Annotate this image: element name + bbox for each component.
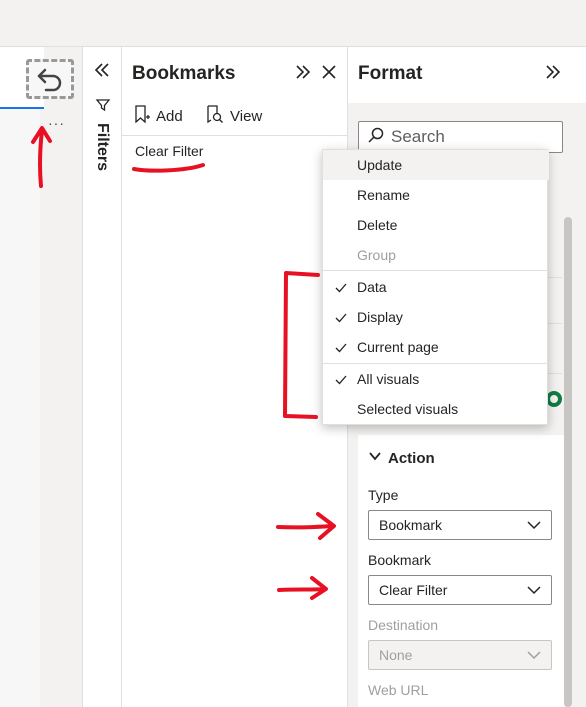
chevron-down-icon — [527, 517, 541, 533]
checkmark-icon — [335, 372, 347, 388]
action-section-header[interactable]: Action — [368, 449, 435, 467]
menu-label-group: Group — [357, 247, 396, 263]
web-url-label: Web URL — [368, 682, 429, 698]
menu-item-update[interactable]: Update — [323, 150, 549, 180]
menu-separator — [323, 270, 549, 271]
chevron-down-icon — [527, 647, 541, 663]
chevron-double-right-icon[interactable] — [544, 63, 562, 86]
menu-label-selected-visuals: Selected visuals — [357, 401, 459, 417]
add-bookmark-button[interactable]: Add — [134, 105, 183, 127]
funnel-icon — [95, 97, 111, 118]
view-bookmark-button[interactable]: View — [206, 105, 262, 127]
bookmark-add-icon — [134, 105, 150, 127]
bookmark-value: Clear Filter — [379, 582, 448, 598]
menu-item-all-visuals[interactable]: All visuals — [323, 364, 549, 394]
add-label: Add — [156, 107, 183, 125]
action-header-label: Action — [388, 449, 435, 467]
scrollbar[interactable] — [564, 217, 572, 707]
type-dropdown[interactable]: Bookmark — [368, 510, 552, 540]
divider — [122, 135, 348, 136]
bookmarks-title: Bookmarks — [132, 63, 236, 84]
undo-icon[interactable] — [26, 59, 74, 99]
filters-pane[interactable]: Filters — [82, 47, 122, 707]
bookmark-button-visual[interactable]: ··· — [22, 55, 78, 131]
chevron-down-icon — [527, 582, 541, 598]
menu-label-all-visuals: All visuals — [357, 371, 420, 387]
bookmark-view-icon — [206, 105, 224, 127]
action-section: Action Type Bookmark Bookmark Clear Filt… — [358, 435, 564, 707]
report-canvas[interactable]: ··· — [0, 47, 82, 707]
menu-item-delete[interactable]: Delete — [323, 210, 549, 240]
menu-label-data: Data — [357, 279, 387, 295]
more-options-button[interactable]: ··· — [48, 115, 65, 131]
destination-label: Destination — [368, 617, 439, 633]
destination-value: None — [379, 647, 413, 663]
filters-label[interactable]: Filters — [93, 123, 111, 171]
menu-label-delete: Delete — [357, 217, 398, 233]
chevron-double-right-icon[interactable] — [294, 63, 312, 86]
bookmark-label: Bookmark — [368, 552, 432, 568]
bookmark-context-menu: Update Rename Delete Group Data Display … — [322, 149, 549, 425]
menu-label-current-page: Current page — [357, 339, 439, 355]
format-header: Format — [348, 47, 586, 103]
menu-item-display[interactable]: Display — [323, 302, 549, 332]
menu-label-rename: Rename — [357, 187, 410, 203]
chevron-double-left-icon[interactable] — [93, 61, 111, 84]
checkmark-icon — [335, 340, 347, 356]
menu-label-display: Display — [357, 309, 403, 325]
search-placeholder: Search — [391, 127, 445, 146]
menu-item-current-page[interactable]: Current page — [323, 332, 549, 362]
top-bar — [0, 0, 586, 47]
destination-dropdown: None — [368, 640, 552, 670]
canvas-region-lower — [0, 109, 40, 707]
view-label: View — [230, 107, 263, 125]
format-title: Format — [358, 63, 423, 84]
type-value: Bookmark — [379, 517, 443, 533]
menu-label-update: Update — [357, 157, 403, 173]
bookmark-dropdown[interactable]: Clear Filter — [368, 575, 552, 605]
menu-item-group: Group — [323, 240, 549, 270]
checkmark-icon — [335, 280, 347, 296]
bookmarks-pane: Bookmarks Add View Clear Filter — [122, 47, 348, 707]
bookmark-item-clear-filter[interactable]: Clear Filter — [135, 143, 203, 159]
close-icon[interactable] — [320, 63, 338, 86]
menu-item-rename[interactable]: Rename — [323, 180, 549, 210]
checkmark-icon — [335, 310, 347, 326]
menu-item-data[interactable]: Data — [323, 272, 549, 302]
menu-item-selected-visuals[interactable]: Selected visuals — [323, 394, 549, 424]
search-icon — [367, 126, 385, 149]
type-label: Type — [368, 487, 399, 503]
chevron-down-icon — [368, 449, 382, 467]
